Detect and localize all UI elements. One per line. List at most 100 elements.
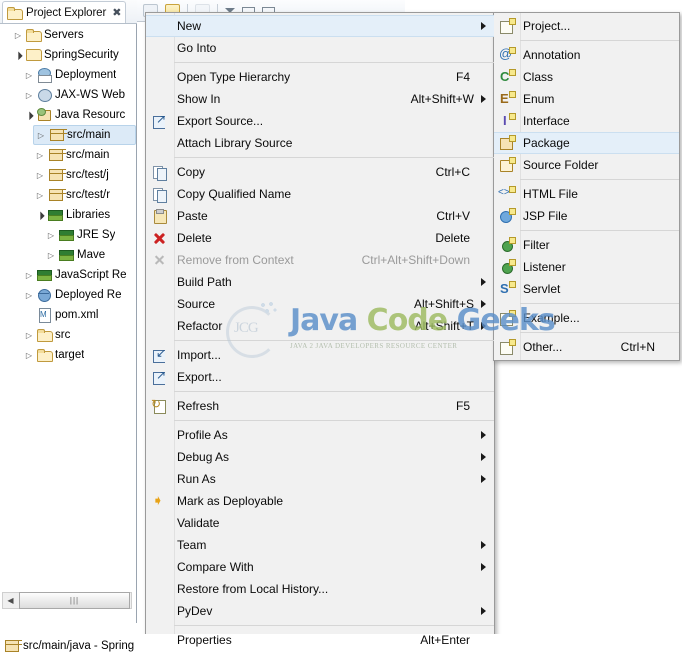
menu-item-source-folder[interactable]: Source Folder bbox=[494, 154, 679, 176]
menu-item-servlet[interactable]: Servlet bbox=[494, 278, 679, 300]
menu-item-open-type-hierarchy[interactable]: Open Type Hierarchy F4 bbox=[146, 66, 494, 88]
menu-item-new[interactable]: New bbox=[146, 15, 494, 37]
expand-arrow-icon[interactable]: ◢ bbox=[21, 107, 37, 123]
menu-item-class[interactable]: Class bbox=[494, 66, 679, 88]
menu-item-example[interactable]: Example... bbox=[494, 307, 679, 329]
menu-item-restore-from-local-history[interactable]: Restore from Local History... bbox=[146, 578, 494, 600]
new-submenu[interactable]: Project... Annotation Class Enum Interface Pa… bbox=[493, 12, 680, 361]
menu-item-build-path[interactable]: Build Path bbox=[146, 271, 494, 293]
collapse-arrow-icon[interactable]: ▷ bbox=[44, 231, 58, 240]
context-menu[interactable]: New Go Into Open Type Hierarchy F4 Show In Al… bbox=[145, 12, 495, 654]
menu-item-refresh[interactable]: Refresh F5 bbox=[146, 395, 494, 417]
collapse-arrow-icon[interactable]: ▷ bbox=[34, 131, 48, 140]
tree-item-src[interactable]: ▷ src bbox=[22, 325, 136, 345]
collapse-arrow-icon[interactable]: ▷ bbox=[22, 351, 36, 360]
menu-item-label: Listener bbox=[523, 260, 566, 274]
menu-item-source[interactable]: Source Alt+Shift+S bbox=[146, 293, 494, 315]
menu-item-show-in[interactable]: Show In Alt+Shift+W bbox=[146, 88, 494, 110]
menu-item-other[interactable]: Other... Ctrl+N bbox=[494, 336, 679, 358]
expand-arrow-icon[interactable]: ◢ bbox=[10, 47, 26, 63]
tree-item-jax-ws-web[interactable]: ▷ JAX-WS Web bbox=[22, 85, 136, 105]
tree-item-jre-sy[interactable]: ▷ JRE Sy bbox=[44, 225, 136, 245]
menu-item-paste[interactable]: Paste Ctrl+V bbox=[146, 205, 494, 227]
menu-item-copy[interactable]: Copy Ctrl+C bbox=[146, 161, 494, 183]
collapse-arrow-icon[interactable]: ▷ bbox=[22, 91, 36, 100]
jaxws-icon-glyph bbox=[37, 88, 52, 102]
tree-item-springsecurity[interactable]: ◢ SpringSecurity bbox=[11, 45, 136, 65]
tree-item-libraries[interactable]: ◢ Libraries bbox=[33, 205, 136, 225]
menu-item-run-as[interactable]: Run As bbox=[146, 468, 494, 490]
menu-item-label: Build Path bbox=[177, 275, 232, 289]
close-icon[interactable]: ✖ bbox=[112, 6, 121, 19]
tree-item-javascript-re[interactable]: ▷ JavaScript Re bbox=[22, 265, 136, 285]
collapse-arrow-icon[interactable]: ▷ bbox=[22, 331, 36, 340]
collapse-arrow-icon[interactable]: ▷ bbox=[33, 151, 47, 160]
tree-item-label: JAX-WS Web bbox=[55, 89, 126, 101]
menu-item-project[interactable]: Project... bbox=[494, 15, 679, 37]
menu-item-copy-qualified-name[interactable]: Copy Qualified Name bbox=[146, 183, 494, 205]
libraries-icon bbox=[58, 248, 75, 262]
menu-item-refactor[interactable]: Refactor Alt+Shift+T bbox=[146, 315, 494, 337]
remove-icon bbox=[150, 251, 170, 269]
deployed-resources-icon-glyph bbox=[37, 288, 52, 302]
menu-item-interface[interactable]: Interface bbox=[494, 110, 679, 132]
folder-open-icon-glyph bbox=[37, 329, 53, 342]
menu-item-go-into[interactable]: Go Into bbox=[146, 37, 494, 59]
new-class-icon-glyph bbox=[499, 68, 516, 85]
menu-item-compare-with[interactable]: Compare With bbox=[146, 556, 494, 578]
menu-item-html-file[interactable]: HTML File bbox=[494, 183, 679, 205]
tree-item-src-main[interactable]: ▷ src/main bbox=[33, 125, 136, 145]
menu-item-annotation[interactable]: Annotation bbox=[494, 44, 679, 66]
libraries-icon-glyph bbox=[59, 248, 74, 262]
submenu-arrow-icon bbox=[481, 563, 486, 571]
collapse-arrow-icon[interactable]: ▷ bbox=[11, 31, 25, 40]
new-enum-icon-glyph bbox=[499, 90, 516, 107]
tab-project-explorer[interactable]: Project Explorer ✖ bbox=[2, 1, 127, 23]
java-resources-icon-glyph bbox=[37, 108, 52, 122]
collapse-arrow-icon[interactable]: ▷ bbox=[22, 271, 36, 280]
tree-item-mave[interactable]: ▷ Mave bbox=[44, 245, 136, 265]
menu-item-enum[interactable]: Enum bbox=[494, 88, 679, 110]
expand-arrow-icon[interactable]: ◢ bbox=[32, 207, 48, 223]
tree-item-label: src/main bbox=[66, 149, 110, 161]
tree-item-target[interactable]: ▷ target bbox=[22, 345, 136, 365]
menu-item-import[interactable]: Import... bbox=[146, 344, 494, 366]
tree-item-src-test-j[interactable]: ▷ src/test/j bbox=[33, 165, 136, 185]
project-tree[interactable]: ▷ Servers ◢ SpringSecurity ▷ Deployment ▷ JAX-W… bbox=[0, 25, 136, 600]
menu-item-debug-as[interactable]: Debug As bbox=[146, 446, 494, 468]
menu-item-label: Other... bbox=[523, 340, 563, 354]
menu-item-validate[interactable]: Validate bbox=[146, 512, 494, 534]
scrollbar-thumb[interactable]: ||| bbox=[19, 592, 130, 609]
tree-horizontal-scrollbar[interactable]: ◀ ||| bbox=[2, 592, 132, 609]
tree-item-pom-xml[interactable]: pom.xml bbox=[22, 305, 136, 325]
menu-item-profile-as[interactable]: Profile As bbox=[146, 424, 494, 446]
menu-item-export-source[interactable]: Export Source... bbox=[146, 110, 494, 132]
collapse-arrow-icon[interactable]: ▷ bbox=[33, 191, 47, 200]
tree-item-src-test-r[interactable]: ▷ src/test/r bbox=[33, 185, 136, 205]
collapse-arrow-icon[interactable]: ▷ bbox=[22, 291, 36, 300]
collapse-arrow-icon[interactable]: ▷ bbox=[22, 71, 36, 80]
tree-item-deployed-re[interactable]: ▷ Deployed Re bbox=[22, 285, 136, 305]
menu-item-attach-library-source[interactable]: Attach Library Source bbox=[146, 132, 494, 154]
new-html-file-icon bbox=[497, 185, 517, 203]
menu-item-filter[interactable]: Filter bbox=[494, 234, 679, 256]
menu-item-export[interactable]: Export... bbox=[146, 366, 494, 388]
scroll-left-icon[interactable]: ◀ bbox=[3, 593, 18, 608]
collapse-arrow-icon[interactable]: ▷ bbox=[33, 171, 47, 180]
tree-item-servers[interactable]: ▷ Servers bbox=[11, 25, 136, 45]
menu-item-properties[interactable]: Properties Alt+Enter bbox=[146, 629, 494, 651]
new-interface-icon bbox=[497, 112, 517, 130]
new-annotation-icon bbox=[497, 46, 517, 64]
menu-item-mark-as-deployable[interactable]: Mark as Deployable bbox=[146, 490, 494, 512]
tree-item-java-resourc[interactable]: ◢ Java Resourc bbox=[22, 105, 136, 125]
menu-item-delete[interactable]: Delete Delete bbox=[146, 227, 494, 249]
menu-item-pydev[interactable]: PyDev bbox=[146, 600, 494, 622]
menu-item-package[interactable]: Package bbox=[494, 132, 679, 154]
status-text: src/main/java - Spring bbox=[23, 639, 135, 652]
menu-item-listener[interactable]: Listener bbox=[494, 256, 679, 278]
tree-item-deployment[interactable]: ▷ Deployment bbox=[22, 65, 136, 85]
menu-item-jsp-file[interactable]: JSP File bbox=[494, 205, 679, 227]
menu-item-team[interactable]: Team bbox=[146, 534, 494, 556]
collapse-arrow-icon[interactable]: ▷ bbox=[44, 251, 58, 260]
tree-item-src-main[interactable]: ▷ src/main bbox=[33, 145, 136, 165]
